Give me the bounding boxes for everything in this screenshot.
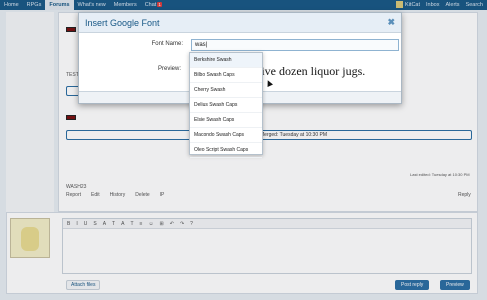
- dialog-title: Insert Google Font: [85, 18, 160, 28]
- suggestion-item[interactable]: Cherry Swash: [190, 83, 262, 98]
- dialog-header: Insert Google Font ✖: [79, 13, 401, 33]
- suggestion-item[interactable]: Oleo Script Swash Caps: [190, 143, 262, 158]
- suggestion-item[interactable]: Berkshire Swash: [190, 53, 262, 68]
- suggestion-item[interactable]: Elsie Swash Caps: [190, 113, 262, 128]
- suggestion-item[interactable]: Delius Swash Caps: [190, 98, 262, 113]
- font-name-input[interactable]: was|: [191, 39, 399, 51]
- preview-label: Preview:: [157, 66, 181, 72]
- close-icon[interactable]: ✖: [387, 17, 395, 28]
- font-name-label: Font Name:: [151, 41, 183, 47]
- suggestion-item[interactable]: Bilbo Swash Caps: [190, 68, 262, 83]
- font-suggestions-dropdown: Berkshire Swash Bilbo Swash Caps Cherry …: [189, 52, 263, 158]
- suggestion-item[interactable]: Macondo Swash Caps: [190, 128, 262, 143]
